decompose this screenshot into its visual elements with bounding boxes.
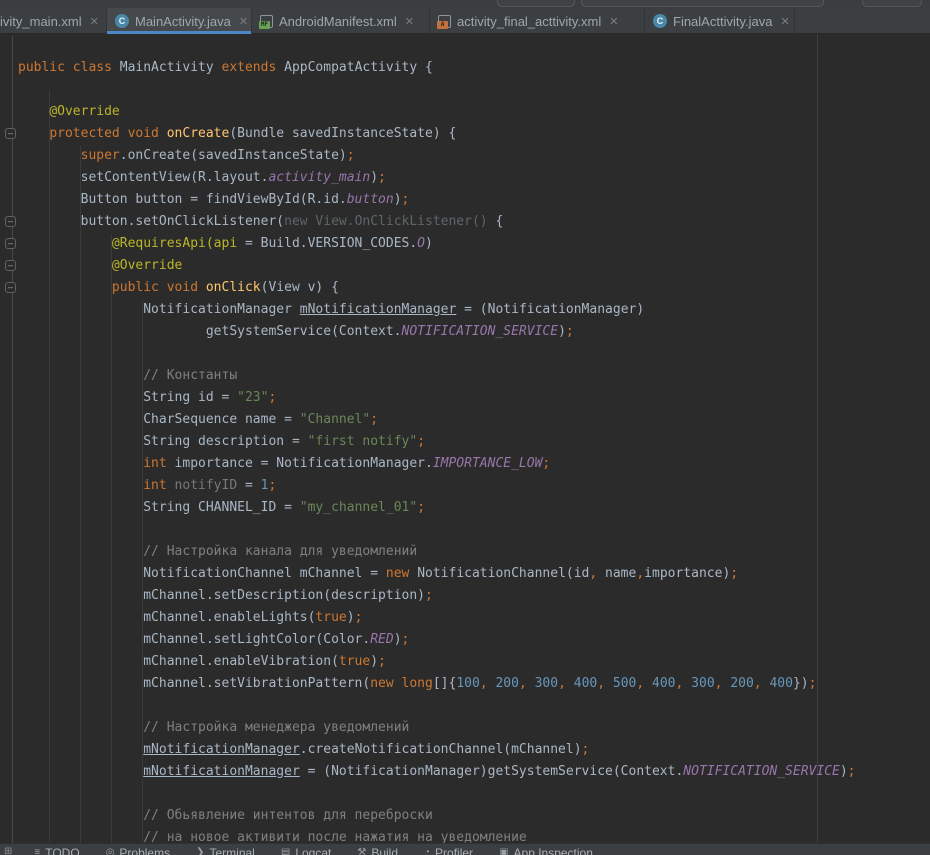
- code-line[interactable]: String CHANNEL_ID = "my_channel_01";: [18, 497, 856, 519]
- tool-window-label: Logcat: [295, 846, 331, 855]
- code-editor[interactable]: public class MainActivity extends AppCom…: [0, 34, 930, 843]
- code-line[interactable]: mChannel.setVibrationPattern(new long[]{…: [18, 673, 856, 695]
- tab-mainactivity-java[interactable]: C MainActivity.java ✕: [107, 8, 252, 34]
- code-line[interactable]: mChannel.setLightColor(Color.RED);: [18, 629, 856, 651]
- code-line[interactable]: // Константы: [18, 365, 856, 387]
- close-icon[interactable]: ✕: [609, 15, 618, 28]
- tool-window-label: App Inspection: [514, 846, 593, 855]
- code-line[interactable]: int importance = NotificationManager.IMP…: [18, 453, 856, 475]
- tab-finalacttivity-java[interactable]: C FinalActtivity.java ✕: [645, 8, 795, 34]
- tab-label: AndroidManifest.xml: [279, 14, 397, 29]
- device-run-group[interactable]: [581, 0, 824, 7]
- code-line[interactable]: // Настройка менеджера уведомлений: [18, 717, 856, 739]
- tool-window-button-terminal[interactable]: ❯ Terminal: [196, 844, 255, 855]
- tool-window-label: Terminal: [210, 846, 255, 855]
- todo-icon: ≡: [34, 847, 40, 855]
- code-line[interactable]: [18, 695, 856, 717]
- tab-androidmanifest-xml[interactable]: MF AndroidManifest.xml ✕: [252, 8, 430, 34]
- tab-activity-final-acttivity-xml[interactable]: Aactivity_final_acttivity.xml ✕: [430, 8, 645, 34]
- code-line[interactable]: // Обьявление интентов для переброски: [18, 805, 856, 827]
- code-line[interactable]: getSystemService(Context.NOTIFICATION_SE…: [18, 321, 856, 343]
- editor-tab-bar: ivity_main.xml ✕ C MainActivity.java ✕ MF Andr…: [0, 8, 930, 34]
- logcat-icon: ▤: [281, 847, 290, 855]
- java-class-icon: C: [653, 14, 667, 28]
- profiler-icon: ◔: [424, 847, 430, 855]
- code-line[interactable]: protected void onCreate(Bundle savedInst…: [18, 123, 856, 145]
- tool-window-button-app-inspection[interactable]: ▣ App Inspection: [499, 844, 593, 855]
- manifest-file-icon: MF: [260, 15, 273, 28]
- tool-window-label: Profiler: [435, 846, 473, 855]
- main-toolbar-strip: [0, 0, 930, 8]
- toolbar-extra-group[interactable]: [862, 0, 922, 7]
- tool-window-button-logcat[interactable]: ▤ Logcat: [281, 844, 331, 855]
- tab-label: FinalActtivity.java: [673, 14, 772, 29]
- code-line[interactable]: mNotificationManager.createNotificationC…: [18, 739, 856, 761]
- code-line[interactable]: mChannel.enableVibration(true);: [18, 651, 856, 673]
- terminal-icon: ❯: [196, 847, 204, 855]
- tool-window-button-profiler[interactable]: ◔ Profiler: [424, 844, 473, 855]
- tool-window-button-todo[interactable]: ≡ TODO: [34, 844, 79, 855]
- fold-marker[interactable]: –: [5, 260, 16, 271]
- tool-window-label: Problems: [119, 846, 170, 855]
- code-block[interactable]: public class MainActivity extends AppCom…: [18, 57, 856, 843]
- tool-window-button-problems[interactable]: ◎ Problems: [106, 844, 170, 855]
- tab-ivity-main-xml[interactable]: ivity_main.xml ✕: [0, 8, 107, 34]
- tool-window-label: Build: [371, 846, 398, 855]
- code-line[interactable]: int notifyID = 1;: [18, 475, 856, 497]
- close-icon[interactable]: ✕: [780, 15, 789, 28]
- code-line[interactable]: @Override: [18, 255, 856, 277]
- tool-window-bar: ⊞ ≡ TODO ◎ Problems ❯ Terminal ▤ Logcat ⚒ Build ◔ P…: [0, 843, 930, 855]
- code-line[interactable]: [18, 343, 856, 365]
- tool-window-button-build[interactable]: ⚒ Build: [357, 844, 398, 855]
- code-line[interactable]: // на новое активити после нажатия на ув…: [18, 827, 856, 843]
- fold-marker[interactable]: –: [5, 216, 16, 227]
- java-class-icon: C: [115, 14, 129, 28]
- code-line[interactable]: [18, 79, 856, 101]
- code-line[interactable]: mNotificationManager = (NotificationMana…: [18, 761, 856, 783]
- code-line[interactable]: [18, 783, 856, 805]
- code-line[interactable]: public class MainActivity extends AppCom…: [18, 57, 856, 79]
- close-icon[interactable]: ✕: [90, 15, 99, 28]
- code-line[interactable]: CharSequence name = "Channel";: [18, 409, 856, 431]
- fold-marker[interactable]: –: [5, 238, 16, 249]
- code-line[interactable]: mChannel.setDescription(description);: [18, 585, 856, 607]
- code-line[interactable]: button.setOnClickListener(new View.OnCli…: [18, 211, 856, 233]
- code-line[interactable]: Button button = findViewById(R.id.button…: [18, 189, 856, 211]
- code-line[interactable]: setContentView(R.layout.activity_main);: [18, 167, 856, 189]
- code-line[interactable]: // Настройка канала для уведомлений: [18, 541, 856, 563]
- fold-marker[interactable]: –: [5, 128, 16, 139]
- tab-label: activity_final_acttivity.xml: [457, 14, 601, 29]
- code-line[interactable]: [18, 519, 856, 541]
- code-line[interactable]: String id = "23";: [18, 387, 856, 409]
- xml-file-icon: A: [438, 15, 451, 28]
- fold-marker[interactable]: –: [5, 282, 16, 293]
- code-line[interactable]: NotificationChannel mChannel = new Notif…: [18, 563, 856, 585]
- run-config-group[interactable]: [497, 0, 575, 7]
- app-inspection-icon: ▣: [499, 847, 508, 855]
- close-icon[interactable]: ✕: [239, 15, 248, 28]
- tab-label: ivity_main.xml: [0, 14, 82, 29]
- tab-label: MainActivity.java: [135, 14, 231, 29]
- code-line[interactable]: public void onClick(View v) {: [18, 277, 856, 299]
- build-icon: ⚒: [357, 847, 366, 855]
- gutter-fold-line: [12, 36, 13, 843]
- code-line[interactable]: String description = "first notify";: [18, 431, 856, 453]
- window-corner-icon[interactable]: ⊞: [4, 844, 12, 855]
- close-icon[interactable]: ✕: [405, 15, 414, 28]
- tool-window-label: TODO: [45, 846, 79, 855]
- code-line[interactable]: super.onCreate(savedInstanceState);: [18, 145, 856, 167]
- problems-icon: ◎: [106, 847, 115, 855]
- code-line[interactable]: mChannel.enableLights(true);: [18, 607, 856, 629]
- code-line[interactable]: NotificationManager mNotificationManager…: [18, 299, 856, 321]
- code-line[interactable]: @RequiresApi(api = Build.VERSION_CODES.O…: [18, 233, 856, 255]
- code-line[interactable]: @Override: [18, 101, 856, 123]
